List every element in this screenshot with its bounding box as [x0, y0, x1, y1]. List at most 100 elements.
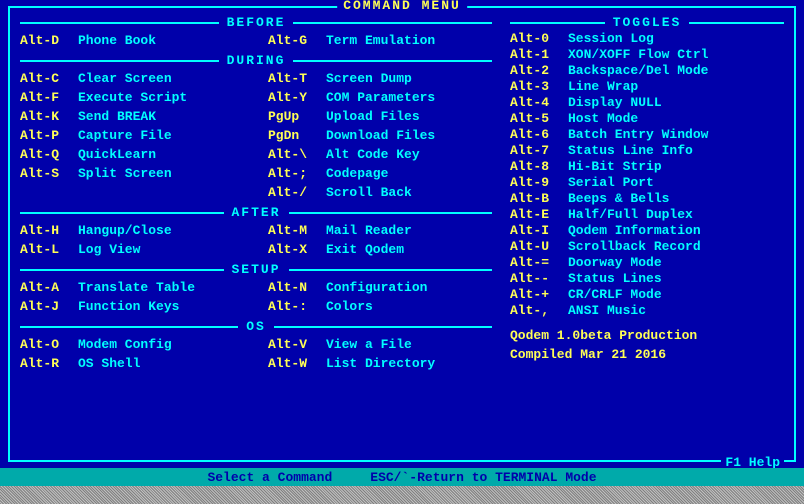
- key-label: Alt-Y: [268, 91, 326, 104]
- toggle-item[interactable]: Alt-0Session Log: [510, 32, 784, 45]
- section-during: DURINGAlt-CClear ScreenAlt-TScreen DumpA…: [20, 54, 492, 202]
- desc-label: Status Line Info: [568, 144, 784, 157]
- menu-item[interactable]: Alt-GTerm Emulation: [268, 34, 492, 47]
- desc-label: CR/CRLF Mode: [568, 288, 784, 301]
- menu-item[interactable]: Alt-ATranslate Table: [20, 281, 268, 294]
- desc-label: Function Keys: [78, 300, 268, 313]
- desc-label: Download Files: [326, 129, 492, 142]
- menu-item[interactable]: PgDnDownload Files: [268, 129, 492, 142]
- version-line1: Qodem 1.0beta Production: [510, 327, 784, 346]
- menu-item[interactable]: Alt-SSplit Screen: [20, 167, 268, 180]
- key-label: Alt-;: [268, 167, 326, 180]
- menu-item[interactable]: Alt-CClear Screen: [20, 72, 268, 85]
- menu-item[interactable]: Alt-PCapture File: [20, 129, 268, 142]
- key-label: Alt-S: [20, 167, 78, 180]
- desc-label: QuickLearn: [78, 148, 268, 161]
- menu-item[interactable]: Alt-:Colors: [268, 300, 492, 313]
- desc-label: Alt Code Key: [326, 148, 492, 161]
- key-label: Alt-1: [510, 48, 568, 61]
- toggle-item[interactable]: Alt-+CR/CRLF Mode: [510, 288, 784, 301]
- menu-item[interactable]: Alt-HHangup/Close: [20, 224, 268, 237]
- desc-label: Split Screen: [78, 167, 268, 180]
- toggle-item[interactable]: Alt-8Hi-Bit Strip: [510, 160, 784, 173]
- toggle-item[interactable]: Alt-,ANSI Music: [510, 304, 784, 317]
- section-title: DURING: [20, 54, 492, 67]
- key-label: Alt-/: [268, 186, 326, 199]
- key-label: Alt-\: [268, 148, 326, 161]
- toggle-item[interactable]: Alt-=Doorway Mode: [510, 256, 784, 269]
- bottom-dither: [0, 486, 804, 504]
- menu-item[interactable]: Alt-DPhone Book: [20, 34, 268, 47]
- desc-label: Hangup/Close: [78, 224, 268, 237]
- toggle-item[interactable]: Alt-1XON/XOFF Flow Ctrl: [510, 48, 784, 61]
- section-title: BEFORE: [20, 16, 492, 29]
- menu-item[interactable]: Alt-/Scroll Back: [268, 186, 492, 199]
- toggle-item[interactable]: Alt-4Display NULL: [510, 96, 784, 109]
- toggle-item[interactable]: Alt-IQodem Information: [510, 224, 784, 237]
- menu-item[interactable]: Alt-TScreen Dump: [268, 72, 492, 85]
- key-label: Alt-C: [20, 72, 78, 85]
- menu-item[interactable]: Alt-KSend BREAK: [20, 110, 268, 123]
- menu-item[interactable]: Alt-\Alt Code Key: [268, 148, 492, 161]
- toggle-item[interactable]: Alt-7Status Line Info: [510, 144, 784, 157]
- desc-label: Mail Reader: [326, 224, 492, 237]
- desc-label: Send BREAK: [78, 110, 268, 123]
- desc-label: Half/Full Duplex: [568, 208, 784, 221]
- toggle-item[interactable]: Alt-EHalf/Full Duplex: [510, 208, 784, 221]
- desc-label: Codepage: [326, 167, 492, 180]
- menu-item[interactable]: Alt-QQuickLearn: [20, 148, 268, 161]
- desc-label: Modem Config: [78, 338, 268, 351]
- menu-item[interactable]: Alt-;Codepage: [268, 167, 492, 180]
- desc-label: Serial Port: [568, 176, 784, 189]
- toggle-item[interactable]: Alt-9Serial Port: [510, 176, 784, 189]
- toggle-item[interactable]: Alt-BBeeps & Bells: [510, 192, 784, 205]
- desc-label: Status Lines: [568, 272, 784, 285]
- menu-item[interactable]: Alt-OModem Config: [20, 338, 268, 351]
- menu-item[interactable]: PgUpUpload Files: [268, 110, 492, 123]
- desc-label: Backspace/Del Mode: [568, 64, 784, 77]
- status-esc-return[interactable]: ESC/`-Return to TERMINAL Mode: [370, 471, 596, 484]
- key-label: Alt-7: [510, 144, 568, 157]
- menu-item[interactable]: Alt-LLog View: [20, 243, 268, 256]
- desc-label: Exit Qodem: [326, 243, 492, 256]
- desc-label: Host Mode: [568, 112, 784, 125]
- desc-label: Upload Files: [326, 110, 492, 123]
- menu-item[interactable]: Alt-MMail Reader: [268, 224, 492, 237]
- section-title: SETUP: [20, 263, 492, 276]
- key-label: Alt-J: [20, 300, 78, 313]
- menu-item[interactable]: Alt-NConfiguration: [268, 281, 492, 294]
- menu-item[interactable]: Alt-VView a File: [268, 338, 492, 351]
- menu-item[interactable]: Alt-FExecute Script: [20, 91, 268, 104]
- toggle-item[interactable]: Alt-UScrollback Record: [510, 240, 784, 253]
- status-bar: Select a Command ESC/`-Return to TERMINA…: [0, 468, 804, 486]
- menu-item[interactable]: Alt-WList Directory: [268, 357, 492, 370]
- key-label: Alt-5: [510, 112, 568, 125]
- toggle-item[interactable]: Alt-6Batch Entry Window: [510, 128, 784, 141]
- key-label: Alt-4: [510, 96, 568, 109]
- version-info: Qodem 1.0beta Production Compiled Mar 21…: [510, 327, 784, 365]
- menu-item[interactable]: Alt-YCOM Parameters: [268, 91, 492, 104]
- desc-label: Translate Table: [78, 281, 268, 294]
- key-label: Alt-Q: [20, 148, 78, 161]
- right-column: TOGGLES Alt-0Session LogAlt-1XON/XOFF Fl…: [510, 14, 784, 452]
- section-os: OSAlt-OModem ConfigAlt-VView a FileAlt-R…: [20, 320, 492, 373]
- toggle-item[interactable]: Alt-3Line Wrap: [510, 80, 784, 93]
- key-label: Alt-:: [268, 300, 326, 313]
- key-label: Alt-H: [20, 224, 78, 237]
- toggle-item[interactable]: Alt-2Backspace/Del Mode: [510, 64, 784, 77]
- key-label: Alt-B: [510, 192, 568, 205]
- desc-label: OS Shell: [78, 357, 268, 370]
- desc-label: Display NULL: [568, 96, 784, 109]
- toggle-item[interactable]: Alt--Status Lines: [510, 272, 784, 285]
- menu-item[interactable]: Alt-XExit Qodem: [268, 243, 492, 256]
- toggle-item[interactable]: Alt-5Host Mode: [510, 112, 784, 125]
- status-select-command: Select a Command: [207, 471, 332, 484]
- section-before: BEFORE Alt-DPhone BookAlt-GTerm Emulation: [20, 16, 492, 50]
- key-label: Alt-F: [20, 91, 78, 104]
- menu-item[interactable]: Alt-ROS Shell: [20, 357, 268, 370]
- desc-label: XON/XOFF Flow Ctrl: [568, 48, 784, 61]
- menu-item[interactable]: Alt-JFunction Keys: [20, 300, 268, 313]
- key-label: Alt-A: [20, 281, 78, 294]
- desc-label: COM Parameters: [326, 91, 492, 104]
- key-label: Alt-G: [268, 34, 326, 47]
